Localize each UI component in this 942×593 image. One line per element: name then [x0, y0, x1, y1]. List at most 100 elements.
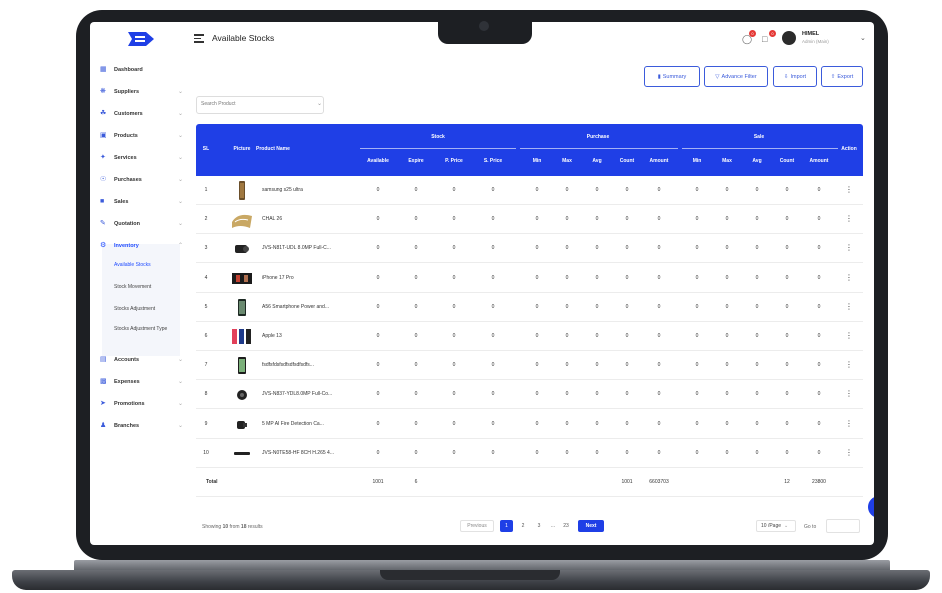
- search-product-select[interactable]: ⌄: [196, 96, 324, 114]
- sidebar-item-accounts[interactable]: ▤ Accounts ⌄: [100, 354, 184, 368]
- chevron-down-icon: ⌄: [178, 221, 184, 227]
- row-product-name[interactable]: A56 Smartphone Power and...: [262, 304, 358, 310]
- sidebar-item-quotation[interactable]: ✎ Quotation ⌄: [100, 218, 184, 232]
- row-purchase-avg: 0: [595, 245, 599, 252]
- th-s-price: S. Price: [483, 158, 503, 164]
- next-page-button[interactable]: Next: [578, 520, 604, 532]
- sidebar-item-inventory[interactable]: ⚙ Inventory ⌃: [100, 240, 184, 254]
- row-product-name[interactable]: JVS-N81T-UDL 8.0MP Full-C...: [262, 245, 358, 251]
- total-purchase-amount: 6603703: [649, 479, 669, 485]
- row-action-menu-icon[interactable]: ⋮: [842, 214, 856, 223]
- row-s-price: 0: [491, 362, 495, 369]
- row-product-name[interactable]: samsung s25 ultra: [262, 187, 358, 193]
- sidebar-item-dashboard[interactable]: ▦ Dashboard: [100, 64, 180, 78]
- sidebar-item-customers[interactable]: ☘ Customers ⌄: [100, 108, 184, 122]
- row-product-name[interactable]: JVS-N0TE58-HF 8CH H.265 4...: [262, 450, 358, 456]
- row-product-name[interactable]: fsdfsfdsfsdfsdfsdfsdfs...: [262, 362, 358, 368]
- sidebar-item-label: Promotions: [114, 401, 145, 407]
- row-purchase-amount: 0: [657, 333, 661, 339]
- row-sale-min: 0: [695, 187, 699, 193]
- row-product-name[interactable]: CHAL 26: [262, 216, 358, 222]
- row-product-name[interactable]: iPhone 17 Pro: [262, 275, 358, 281]
- row-purchase-max: 0: [565, 187, 569, 193]
- sidebar-item-purchases[interactable]: ☉ Purchases ⌄: [100, 174, 183, 188]
- row-sl: 4: [204, 274, 208, 281]
- chevron-up-icon: ⌃: [178, 243, 184, 249]
- table-row[interactable]: 9 5 MP AI Fire Detection Ca... 0 0 0 0 0 0 0 0 0 0 0…: [196, 410, 863, 439]
- table-row[interactable]: 10 JVS-N0TE58-HF 8CH H.265 4... 0 0 0 0 0 0 0 0 0 0…: [196, 439, 863, 468]
- message-icon[interactable]: □ 0: [762, 30, 776, 44]
- branches-icon: ♟: [100, 422, 107, 429]
- row-action-menu-icon[interactable]: ⋮: [842, 389, 856, 398]
- row-action-menu-icon[interactable]: ⋮: [842, 360, 856, 369]
- sidebar-item-products[interactable]: ▣ Products ⌄: [100, 130, 183, 144]
- table-row[interactable]: 6 Apple 13 0 0 0 0 0 0 0 0 0 0 0 0 0 0 ⋮: [196, 322, 863, 351]
- submenu-available-stocks[interactable]: Available Stocks: [114, 262, 180, 269]
- row-s-price: 0: [491, 245, 495, 252]
- th-purchase-min: Min: [532, 158, 542, 164]
- table-row[interactable]: 4 iPhone 17 Pro 0 0 0 0 0 0 0 0 0 0 0 0 0 0 ⋮: [196, 264, 863, 293]
- sidebar-item-expenses[interactable]: ▩ Expenses ⌄: [100, 376, 183, 390]
- chevron-down-icon[interactable]: ⌄: [860, 34, 866, 42]
- row-sale-max: 0: [725, 187, 729, 193]
- total-sale-amount: 23800: [812, 479, 826, 485]
- expenses-icon: ▩: [100, 378, 107, 385]
- row-sale-avg: 0: [755, 187, 759, 193]
- import-button[interactable]: ⇩ Import: [773, 66, 817, 87]
- sidebar-item-branches[interactable]: ♟ Branches ⌄: [100, 420, 183, 434]
- accounts-icon: ▤: [100, 356, 107, 363]
- row-action-menu-icon[interactable]: ⋮: [842, 302, 856, 311]
- row-sale-avg: 0: [755, 449, 759, 456]
- table-row[interactable]: 5 A56 Smartphone Power and... 0 0 0 0 0 0 0 0 0 0 0 0…: [196, 293, 863, 322]
- row-action-menu-icon[interactable]: ⋮: [842, 419, 856, 428]
- row-product-name[interactable]: 5 MP AI Fire Detection Ca...: [262, 421, 358, 427]
- row-sale-max: 0: [725, 245, 729, 252]
- th-action: Action: [841, 146, 857, 152]
- row-action-menu-icon[interactable]: ⋮: [842, 448, 856, 457]
- camera-icon: [479, 21, 489, 31]
- table-row[interactable]: 8 JVS-N837-YDL8.0MP Full-Co... 0 0 0 0 0 0 0 0 0 0 0…: [196, 380, 863, 410]
- chevron-down-icon: ⌄: [178, 89, 184, 95]
- table-row[interactable]: 7 fsdfsfdsfsdfsdfsdfsdfs... 0 0 0 0 0 0 0 0 0 0 0 0 0 0…: [196, 351, 863, 381]
- page-1-button[interactable]: 1: [500, 520, 513, 532]
- page-23-button[interactable]: 23: [560, 520, 572, 532]
- sidebar-item-suppliers[interactable]: ❋ Suppliers ⌄: [100, 86, 184, 100]
- row-action-menu-icon[interactable]: ⋮: [842, 273, 856, 282]
- sidebar-item-sales[interactable]: ■ Sales ⌄: [100, 196, 183, 210]
- page-2-button[interactable]: 2: [518, 520, 528, 532]
- summary-button[interactable]: ▮ Summary: [644, 66, 700, 87]
- chevron-down-icon[interactable]: ⌄: [317, 100, 322, 107]
- table-row[interactable]: 3 JVS-N81T-UDL 8.0MP Full-C... 0 0 0 0 0 0 0 0 0 0 0…: [196, 234, 863, 264]
- submenu-stocks-adjustment[interactable]: Stocks Adjustment: [114, 306, 180, 313]
- row-product-name[interactable]: JVS-N837-YDL8.0MP Full-Co...: [262, 391, 358, 397]
- row-action-menu-icon[interactable]: ⋮: [842, 185, 856, 194]
- goto-page-input[interactable]: [826, 519, 860, 533]
- submenu-stocks-adjustment-type[interactable]: Stocks Adjustment Type: [114, 326, 180, 333]
- row-action-menu-icon[interactable]: ⋮: [842, 331, 856, 340]
- row-purchase-max: 0: [565, 216, 569, 223]
- chevron-down-icon: ⌄: [178, 111, 184, 117]
- row-product-name[interactable]: Apple 13: [262, 333, 358, 339]
- chat-widget-button[interactable]: [868, 496, 874, 518]
- page-3-button[interactable]: 3: [534, 520, 544, 532]
- per-page-select[interactable]: 10 /Page ⌄: [756, 520, 796, 532]
- chevron-down-icon: ⌄: [178, 357, 184, 363]
- table-row[interactable]: 1 samsung s25 ultra 0 0 0 0 0 0 0 0 0 0 0 0 0 0 ⋮: [196, 176, 863, 205]
- sidebar-item-services[interactable]: ✦ Services ⌄: [100, 152, 183, 166]
- hamburger-menu-icon[interactable]: [194, 34, 204, 43]
- sidebar-item-label: Purchases: [114, 177, 142, 183]
- row-action-menu-icon[interactable]: ⋮: [842, 243, 856, 252]
- row-sale-max: 0: [725, 362, 729, 369]
- brand-logo-icon[interactable]: [126, 30, 156, 48]
- notification-bell-icon[interactable]: ◯ 0: [742, 30, 756, 44]
- table-row[interactable]: 2 CHAL 26 0 0 0 0 0 0 0 0 0 0 0 0 0 0 ⋮: [196, 205, 863, 235]
- previous-page-button[interactable]: Previous: [460, 520, 494, 532]
- export-button[interactable]: ⇧ Export: [821, 66, 863, 87]
- submenu-stock-movement[interactable]: Stock Movement: [114, 284, 180, 291]
- sidebar-item-promotions[interactable]: ➤ Promotions ⌄: [100, 398, 183, 412]
- advance-filter-button[interactable]: ▽ Advance Filter: [704, 66, 768, 87]
- row-purchase-count: 0: [625, 303, 629, 310]
- row-sale-amount: 0: [817, 303, 821, 310]
- search-input[interactable]: [201, 101, 309, 107]
- avatar[interactable]: [782, 31, 796, 45]
